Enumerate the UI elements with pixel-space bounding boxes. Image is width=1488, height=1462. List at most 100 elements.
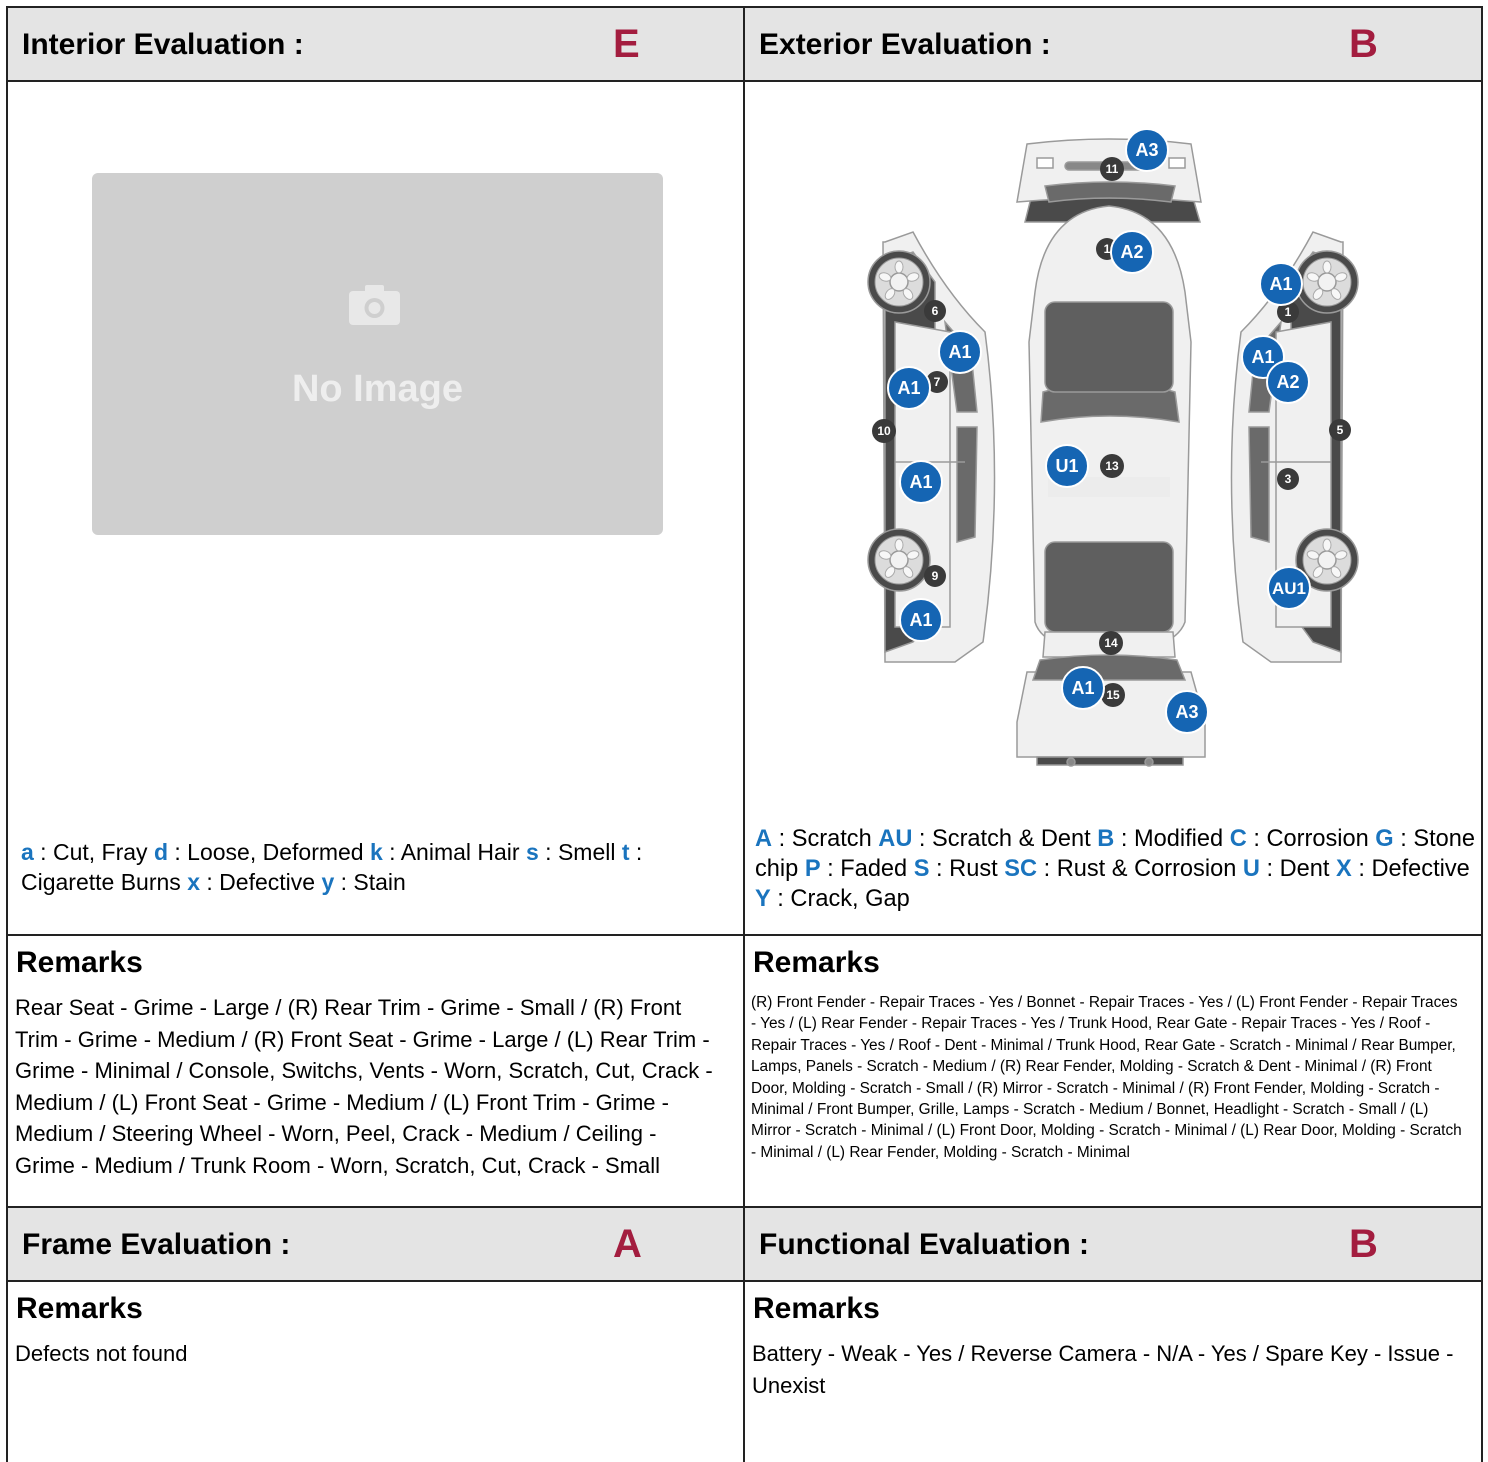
legend-code: B [1097,826,1115,852]
exterior-title: Exterior Evaluation : [759,28,1051,61]
legend-desc: Faded [840,856,908,882]
svg-text:5: 5 [1337,423,1344,437]
legend-desc: Rust & Corrosion [1056,856,1237,882]
exterior-header: Exterior Evaluation : B [745,8,1481,82]
interior-diagram-cell: No Image a : Cut, Fray d : Loose, Deform… [8,82,745,936]
damage-marker: A2 [1266,360,1310,404]
damage-marker: A1 [938,330,982,374]
panel-marker: 3 [1277,468,1299,490]
svg-text:A1: A1 [1251,347,1274,367]
legend-desc: Cut, Fray [52,839,148,865]
damage-marker: A3 [1165,690,1209,734]
frame-title: Frame Evaluation : [22,1228,291,1261]
legend-code: S [913,856,930,882]
functional-header: Functional Evaluation : B [745,1208,1481,1282]
legend-desc: Stain [353,869,406,895]
car-damage-diagram: 1 3 5 6 7 9 10 11 13 14 15 1 A3 A2 A1 A1… [867,128,1359,767]
panel-marker: 5 [1329,419,1351,441]
svg-text:A1: A1 [909,472,932,492]
legend-desc: Rust [949,856,998,882]
interior-title: Interior Evaluation : [22,28,304,61]
car-top-view [1028,205,1192,658]
svg-text:A1: A1 [948,342,971,362]
functional-remarks-text: Battery - Weak - Yes / Reverse Camera - … [752,1341,1454,1398]
legend-code: SC [1004,856,1038,882]
svg-text:9: 9 [932,569,939,583]
frame-remarks-heading: Remarks [16,1292,143,1325]
legend-desc: Corrosion [1266,826,1369,852]
exterior-diagram-cell: 1 3 5 6 7 9 10 11 13 14 15 1 A3 A2 A1 A1… [745,82,1481,936]
frame-remarks-cell: Remarks Defects not found [8,1282,745,1462]
damage-marker: A1 [887,366,931,410]
legend-desc: Modified [1133,826,1224,852]
interior-legend: a : Cut, Fray d : Loose, Deformed k : An… [21,839,643,895]
svg-text:6: 6 [932,304,939,318]
svg-text:AU1: AU1 [1272,579,1306,598]
interior-header: Interior Evaluation : E [8,8,745,82]
inspection-sheet: Interior Evaluation : E Exterior Evaluat… [0,0,1488,1462]
legend-code: y [321,869,335,895]
exterior-remarks-text: (R) Front Fender - Repair Traces - Yes /… [751,994,1462,1161]
interior-remarks-text: Rear Seat - Grime - Large / (R) Rear Tri… [15,995,713,1178]
svg-text:A2: A2 [1120,242,1143,262]
legend-desc: Loose, Deformed [187,839,364,865]
legend-code: A [755,826,773,852]
panel-marker: 10 [872,419,896,443]
exterior-legend: A : Scratch AU : Scratch & Dent B : Modi… [755,826,1475,912]
damage-marker: A1 [899,598,943,642]
legend-desc: Crack, Gap [790,886,910,912]
camera-icon [349,285,400,325]
legend-code: d [153,839,168,865]
legend-code: G [1375,826,1394,852]
svg-text:U1: U1 [1055,456,1078,476]
car-left-side-view [867,231,996,663]
interior-remarks-cell: Remarks Rear Seat - Grime - Large / (R) … [8,936,745,1208]
svg-text:A1: A1 [1269,274,1292,294]
svg-text:11: 11 [1106,162,1119,176]
svg-text:A3: A3 [1135,140,1158,160]
legend-code: AU [878,826,913,852]
legend-code: Y [755,886,771,912]
legend-desc: Animal Hair [400,839,520,865]
legend-code: a [21,839,34,865]
legend-code: k [370,839,383,865]
damage-marker: A1 [1061,666,1105,710]
svg-text:7: 7 [934,375,941,389]
svg-text:13: 13 [1105,459,1119,473]
svg-text:3: 3 [1285,472,1292,486]
legend-desc: Scratch & Dent [932,826,1091,852]
legend-desc: Smell [557,839,616,865]
frame-remarks-text: Defects not found [15,1341,188,1366]
legend-code: s [525,839,539,865]
svg-text:14: 14 [1104,636,1118,650]
legend-code: P [804,856,821,882]
legend-code: C [1229,826,1247,852]
legend-desc: Defective [1371,856,1470,882]
functional-remarks-cell: Remarks Battery - Weak - Yes / Reverse C… [745,1282,1481,1462]
svg-text:15: 15 [1106,688,1120,702]
exterior-grade: B [1349,22,1378,66]
svg-text:A3: A3 [1175,702,1198,722]
damage-marker: A2 [1110,230,1154,274]
svg-text:1: 1 [1285,305,1292,319]
no-image-label: No Image [291,368,464,410]
svg-text:A2: A2 [1276,372,1299,392]
damage-marker: A1 [899,460,943,504]
panel-marker: 11 [1100,157,1124,181]
damage-marker: A3 [1125,128,1169,172]
svg-text:A1: A1 [909,610,932,630]
functional-title: Functional Evaluation : [759,1228,1090,1261]
panel-marker: 9 [924,565,946,587]
panel-marker: 6 [924,300,946,322]
damage-marker: U1 [1045,444,1089,488]
svg-text:10: 10 [877,424,891,438]
svg-text:1: 1 [1104,242,1111,256]
exterior-remarks-cell: Remarks (R) Front Fender - Repair Traces… [745,936,1481,1208]
svg-text:A1: A1 [1071,678,1094,698]
legend-code: x [187,869,200,895]
panel-marker: 14 [1099,631,1123,655]
functional-grade: B [1349,1222,1378,1266]
damage-marker: AU1 [1267,566,1311,610]
functional-remarks-heading: Remarks [753,1292,880,1325]
legend-desc: Dent [1279,856,1330,882]
